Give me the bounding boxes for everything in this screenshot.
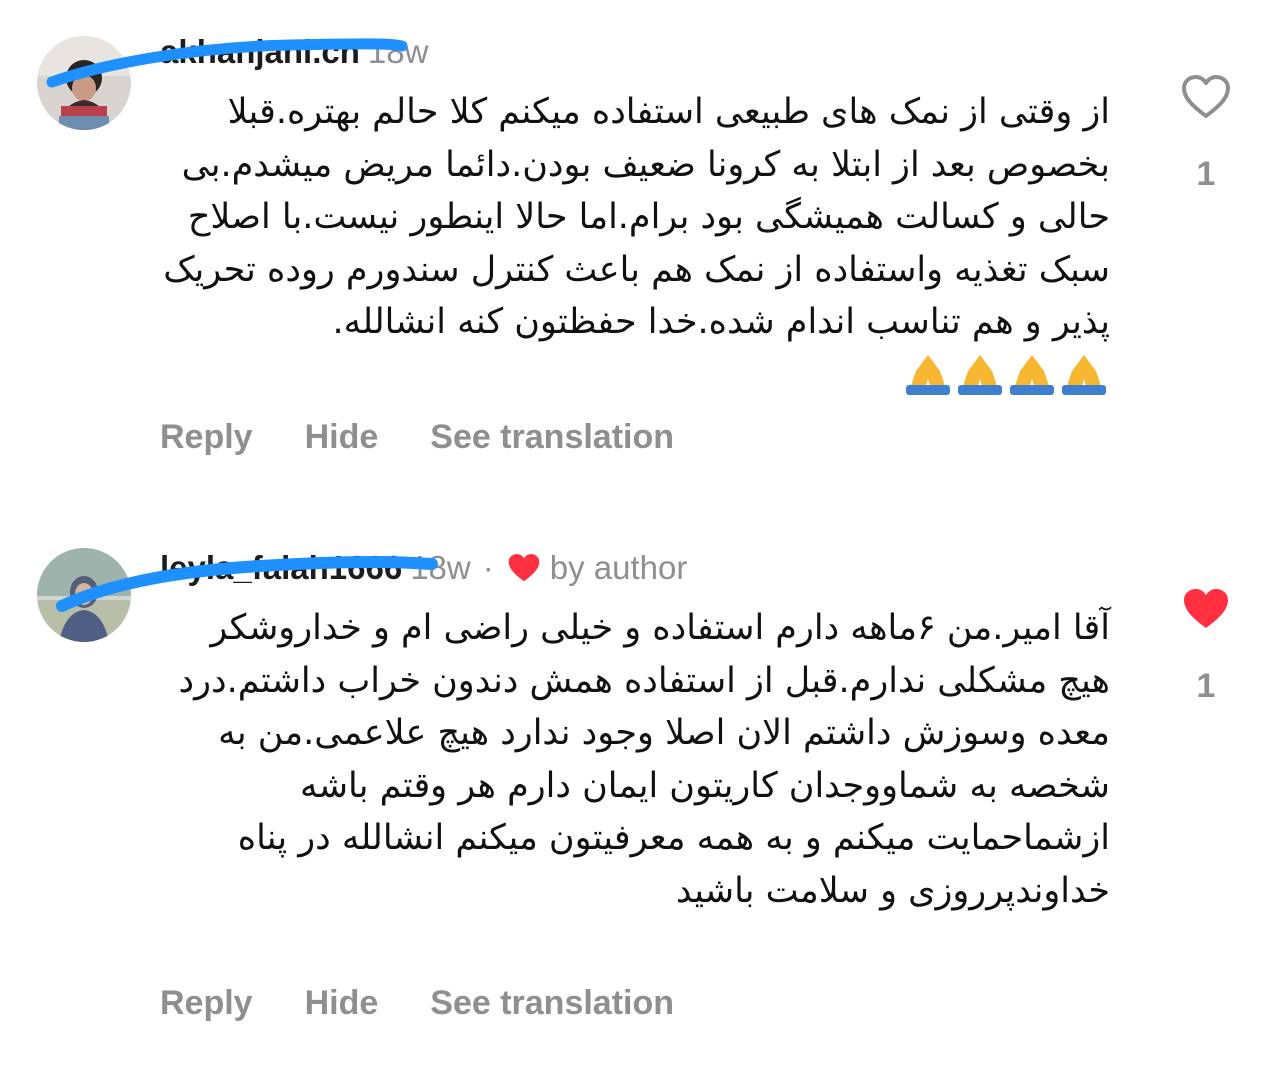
comment-text: آقا امیر.من ۶ماهه دارم استفاده و خیلی را… bbox=[160, 602, 1110, 917]
comment-body: آقا امیر.من ۶ماهه دارم استفاده و خیلی را… bbox=[178, 608, 1110, 911]
comment-time: 18w bbox=[367, 33, 429, 70]
like-control: 1 bbox=[1180, 74, 1232, 194]
comment-body: از وقتی از نمک های طبیعی استفاده میکنم ک… bbox=[163, 92, 1110, 342]
comment-text: از وقتی از نمک های طبیعی استفاده میکنم ک… bbox=[160, 86, 1110, 412]
comment-actions: Reply Hide See translation bbox=[160, 418, 674, 457]
folded-hands-icon bbox=[1058, 349, 1110, 413]
heart-filled-icon[interactable] bbox=[1181, 586, 1231, 637]
heart-outline-icon[interactable] bbox=[1181, 74, 1231, 125]
separator-dot: · bbox=[482, 549, 494, 586]
heart-filled-icon bbox=[506, 552, 542, 584]
hide-button[interactable]: Hide bbox=[305, 984, 379, 1023]
liked-by-author-label: by author bbox=[549, 549, 688, 586]
hide-button[interactable]: Hide bbox=[305, 418, 379, 457]
comment-2: leyla_falah1666 18w · by author آقا امیر… bbox=[0, 520, 1262, 1080]
comment-meta: leyla_falah1666 18w · by author bbox=[160, 546, 687, 590]
like-count: 1 bbox=[1196, 155, 1216, 193]
folded-hands-icon bbox=[902, 349, 954, 413]
comment-actions: Reply Hide See translation bbox=[160, 984, 674, 1023]
like-control: 1 bbox=[1180, 586, 1232, 706]
like-count: 1 bbox=[1196, 667, 1216, 705]
avatar[interactable] bbox=[37, 36, 131, 130]
username[interactable]: akhanjani.ch bbox=[160, 33, 360, 71]
reply-button[interactable]: Reply bbox=[160, 418, 253, 457]
emoji-row bbox=[902, 349, 1110, 413]
see-translation-button[interactable]: See translation bbox=[430, 984, 674, 1023]
comment-1: akhanjani.ch 18w از وقتی از نمک های طبیع… bbox=[0, 0, 1262, 500]
username[interactable]: leyla_falah1666 bbox=[160, 549, 402, 587]
reply-button[interactable]: Reply bbox=[160, 984, 253, 1023]
folded-hands-icon bbox=[1006, 349, 1058, 413]
comment-meta: akhanjani.ch 18w bbox=[160, 30, 428, 74]
see-translation-button[interactable]: See translation bbox=[430, 418, 674, 457]
avatar[interactable] bbox=[37, 548, 131, 642]
folded-hands-icon bbox=[954, 349, 1006, 413]
comment-time: 18w bbox=[410, 549, 471, 586]
